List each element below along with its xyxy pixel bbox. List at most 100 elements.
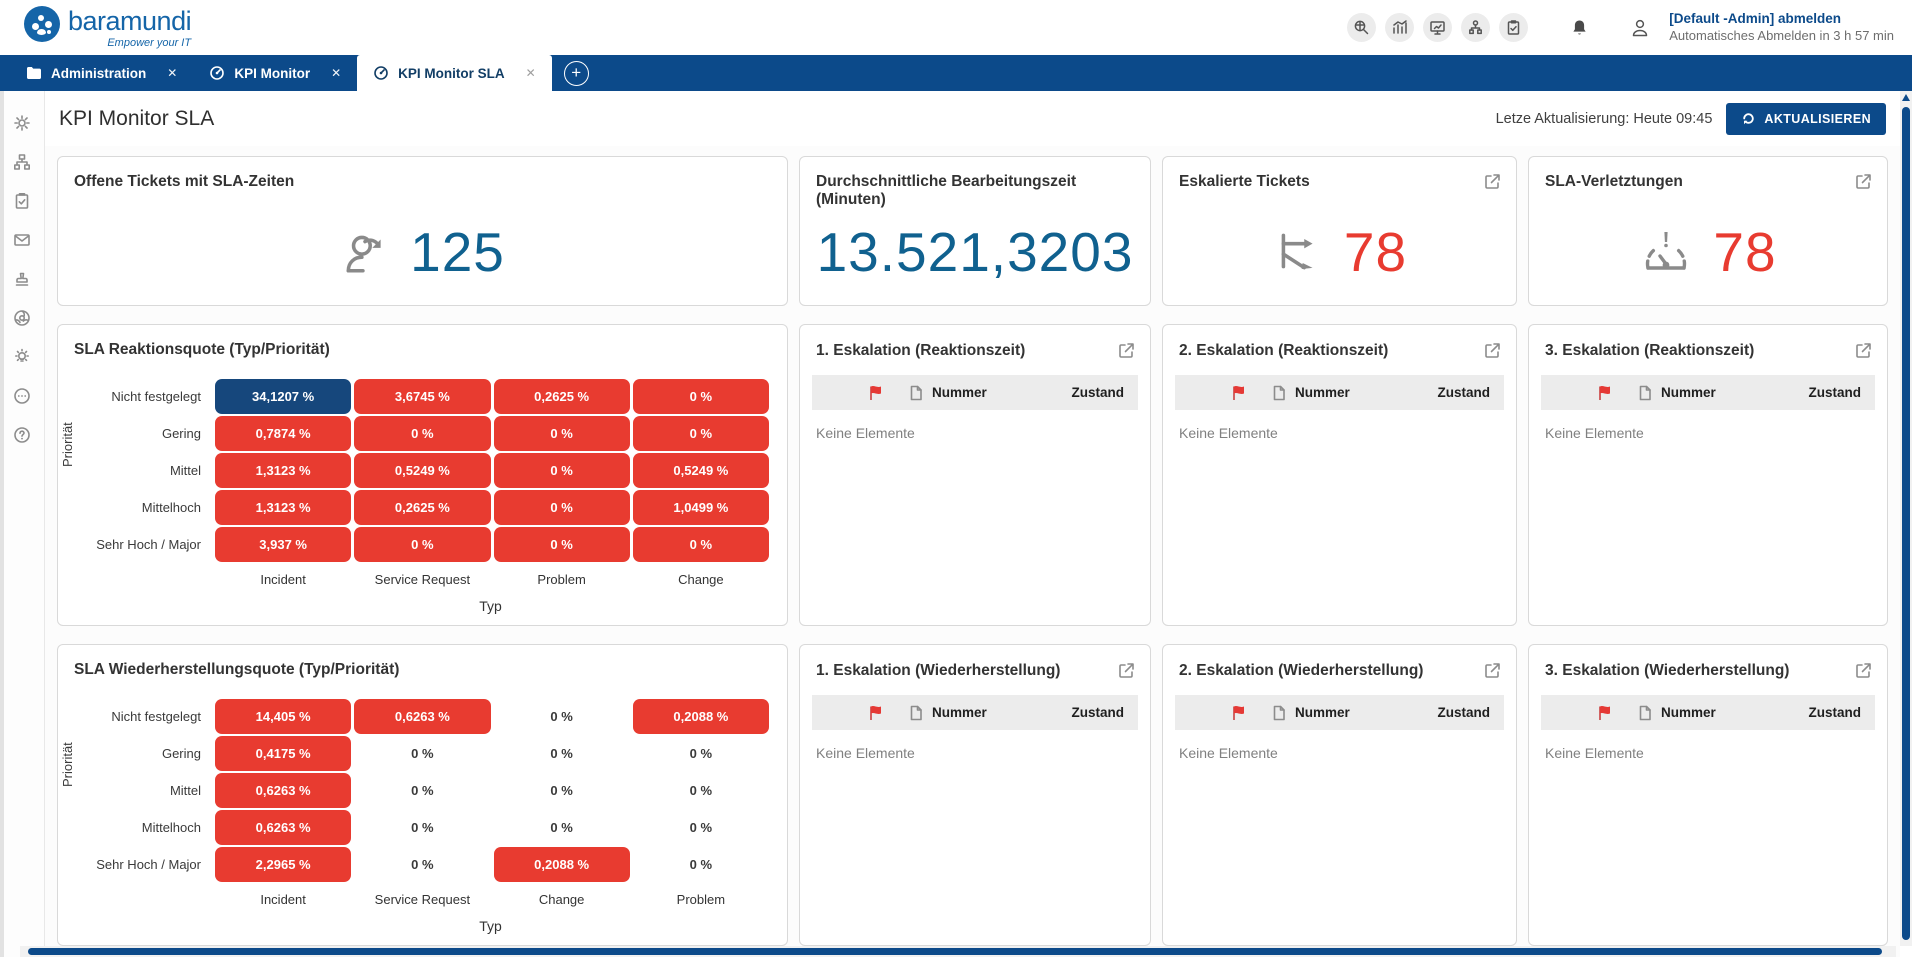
external-link-icon[interactable] [1853, 172, 1873, 192]
external-link-icon[interactable] [1482, 341, 1502, 361]
heatmap-cell[interactable]: 0,5249 % [633, 453, 769, 488]
mail-icon[interactable] [12, 230, 32, 250]
idea-icon[interactable] [12, 347, 32, 367]
heatmap-cell[interactable]: 0 % [354, 810, 490, 845]
baramundi-logo[interactable]: baramundi Empower your IT [24, 6, 191, 49]
document-icon[interactable] [1272, 705, 1286, 721]
column-number[interactable]: Nummer [932, 705, 987, 720]
tab-close-icon[interactable]: ✕ [331, 66, 341, 80]
heatmap-cell[interactable]: 0,6263 % [215, 810, 351, 845]
external-link-icon[interactable] [1853, 661, 1873, 681]
column-state[interactable]: Zustand [1072, 385, 1125, 400]
heatmap-cell[interactable]: 3,6745 % [354, 379, 490, 414]
heatmap-cell[interactable]: 0,6263 % [215, 773, 351, 808]
heatmap-cell[interactable]: 2,2965 % [215, 847, 351, 882]
tab-close-icon[interactable]: ✕ [167, 66, 177, 80]
tab-kpi-monitor-sla[interactable]: KPI Monitor SLA ✕ [357, 55, 552, 91]
add-tab-button[interactable]: + [564, 61, 589, 86]
heatmap-cell[interactable]: 14,405 % [215, 699, 351, 734]
column-number[interactable]: Nummer [932, 385, 987, 400]
heatmap-cell[interactable]: 0 % [633, 379, 769, 414]
analytics-icon[interactable] [1385, 13, 1414, 42]
document-icon[interactable] [909, 705, 923, 721]
scroll-up-icon[interactable] [1902, 94, 1910, 101]
external-link-icon[interactable] [1116, 661, 1136, 681]
search-icon[interactable] [1347, 13, 1376, 42]
heatmap-cell[interactable]: 0 % [633, 847, 769, 882]
heatmap-cell[interactable]: 0 % [494, 527, 630, 562]
horizontal-scrollbar[interactable] [20, 946, 1896, 957]
bell-icon[interactable] [1563, 12, 1595, 44]
heatmap-cell[interactable]: 3,937 % [215, 527, 351, 562]
heatmap-cell[interactable]: 0 % [633, 527, 769, 562]
refresh-button[interactable]: AKTUALISIEREN [1726, 103, 1886, 135]
column-number[interactable]: Nummer [1295, 385, 1350, 400]
heatmap-cell[interactable]: 0 % [354, 527, 490, 562]
external-link-icon[interactable] [1482, 172, 1502, 192]
logout-link[interactable]: [Default -Admin] abmelden [1669, 11, 1894, 28]
vertical-scrollbar-thumb[interactable] [1902, 107, 1910, 940]
heatmap-cell[interactable]: 34,1207 % [215, 379, 351, 414]
flag-icon[interactable] [1231, 705, 1246, 721]
org-users-icon[interactable] [1461, 13, 1490, 42]
external-link-icon[interactable] [1116, 341, 1136, 361]
vertical-scrollbar[interactable] [1900, 91, 1912, 946]
column-state[interactable]: Zustand [1809, 705, 1862, 720]
heatmap-cell[interactable]: 0 % [354, 416, 490, 451]
heatmap-cell[interactable]: 0 % [633, 736, 769, 771]
heatmap-cell[interactable]: 0 % [494, 736, 630, 771]
tab-close-icon[interactable]: ✕ [526, 66, 536, 80]
heatmap-cell[interactable]: 0,5249 % [354, 453, 490, 488]
flag-icon[interactable] [1597, 385, 1612, 401]
help-icon[interactable] [12, 425, 32, 445]
heatmap-cell[interactable]: 0 % [354, 847, 490, 882]
heatmap-cell[interactable]: 0,4175 % [215, 736, 351, 771]
column-number[interactable]: Nummer [1661, 705, 1716, 720]
stamp-icon[interactable] [12, 269, 32, 289]
heatmap-cell[interactable]: 0 % [494, 773, 630, 808]
heatmap-cell[interactable]: 0,7874 % [215, 416, 351, 451]
document-icon[interactable] [1272, 385, 1286, 401]
heatmap-cell[interactable]: 0,2088 % [633, 699, 769, 734]
external-link-icon[interactable] [1482, 661, 1502, 681]
heatmap-cell[interactable]: 0 % [494, 490, 630, 525]
flag-icon[interactable] [868, 705, 883, 721]
heatmap-cell[interactable]: 0,6263 % [354, 699, 490, 734]
column-state[interactable]: Zustand [1809, 385, 1862, 400]
document-icon[interactable] [1638, 385, 1652, 401]
column-number[interactable]: Nummer [1295, 705, 1350, 720]
heatmap-cell[interactable]: 0,2625 % [354, 490, 490, 525]
column-state[interactable]: Zustand [1438, 385, 1491, 400]
heatmap-cell[interactable]: 0 % [494, 416, 630, 451]
heatmap-cell[interactable]: 0 % [633, 773, 769, 808]
document-icon[interactable] [1638, 705, 1652, 721]
tasks-icon[interactable] [1499, 13, 1528, 42]
heatmap-cell[interactable]: 0,2088 % [494, 847, 630, 882]
tab-administration[interactable]: Administration ✕ [10, 55, 193, 91]
heatmap-cell[interactable]: 1,0499 % [633, 490, 769, 525]
more-icon[interactable] [12, 386, 32, 406]
column-number[interactable]: Nummer [1661, 385, 1716, 400]
hierarchy-icon[interactable] [12, 152, 32, 172]
disc-icon[interactable] [12, 308, 32, 328]
flag-icon[interactable] [1231, 385, 1246, 401]
heatmap-cell[interactable]: 0 % [494, 453, 630, 488]
column-state[interactable]: Zustand [1072, 705, 1125, 720]
flag-icon[interactable] [1597, 705, 1612, 721]
heatmap-cell[interactable]: 0,2625 % [494, 379, 630, 414]
user-icon[interactable] [1624, 12, 1656, 44]
clipboard-icon[interactable] [12, 191, 32, 211]
settings-icon[interactable] [12, 113, 32, 133]
flag-icon[interactable] [868, 385, 883, 401]
presentation-icon[interactable] [1423, 13, 1452, 42]
heatmap-cell[interactable]: 0 % [494, 810, 630, 845]
heatmap-cell[interactable]: 0 % [354, 773, 490, 808]
horizontal-scrollbar-thumb[interactable] [28, 948, 1882, 955]
column-state[interactable]: Zustand [1438, 705, 1491, 720]
heatmap-cell[interactable]: 0 % [633, 810, 769, 845]
external-link-icon[interactable] [1853, 341, 1873, 361]
document-icon[interactable] [909, 385, 923, 401]
heatmap-cell[interactable]: 0 % [354, 736, 490, 771]
heatmap-cell[interactable]: 0 % [633, 416, 769, 451]
heatmap-cell[interactable]: 0 % [494, 699, 630, 734]
